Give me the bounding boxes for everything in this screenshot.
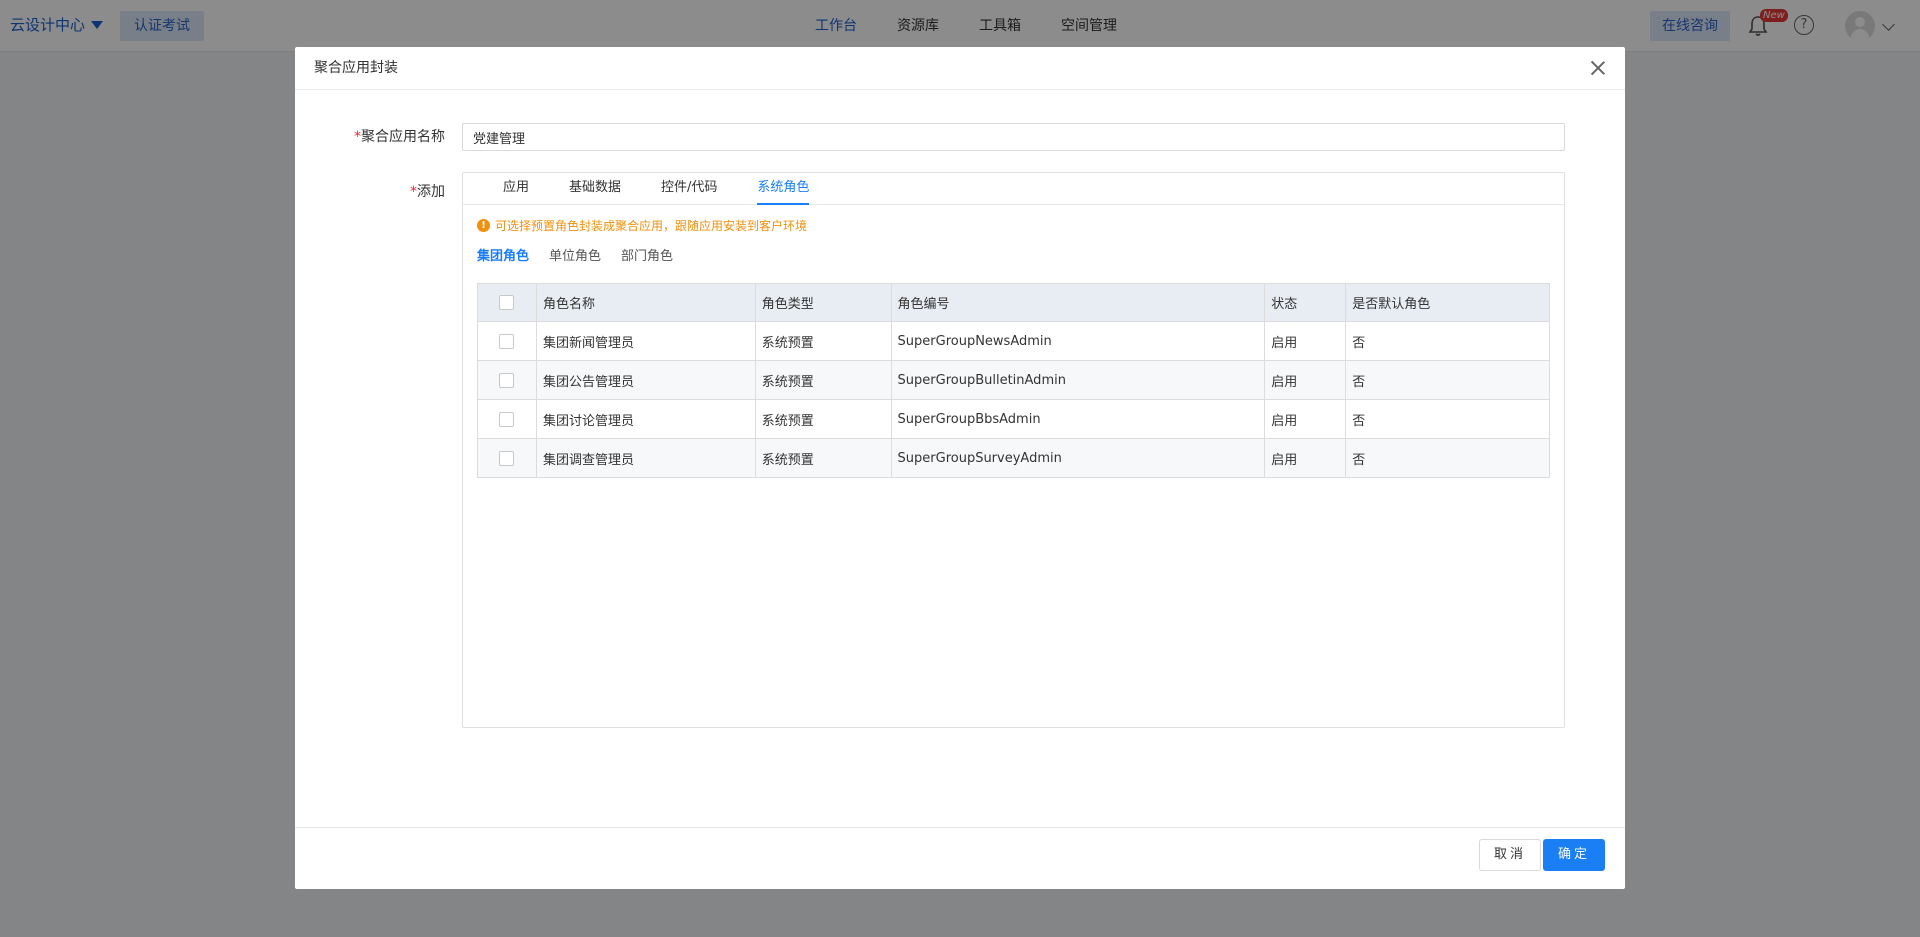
required-mark: * xyxy=(410,184,417,200)
add-panel: 应用 基础数据 控件/代码 系统角色 ! 可选择预置角色封装成聚合应用，跟随应用… xyxy=(462,172,1565,728)
table-row[interactable]: 集团公告管理员 系统预置 SuperGroupBulletinAdmin 启用 … xyxy=(477,360,1550,400)
tab-basic-data[interactable]: 基础数据 xyxy=(569,173,621,205)
cell-role-name: 集团新闻管理员 xyxy=(535,321,756,361)
header-role-code: 角色编号 xyxy=(890,283,1266,322)
add-tabs: 应用 基础数据 控件/代码 系统角色 xyxy=(463,173,1564,205)
dialog-header: 聚合应用封装 xyxy=(295,47,1625,90)
row-checkbox[interactable] xyxy=(499,450,515,466)
cell-status: 启用 xyxy=(1264,360,1347,400)
cell-is-default: 否 xyxy=(1345,360,1550,400)
roles-table: 角色名称 角色类型 角色编号 状态 是否默认角色 集团新闻管理员 系统预置 Su… xyxy=(477,283,1550,478)
dialog-footer: 取消 确定 xyxy=(295,827,1625,889)
subtab-unit-roles[interactable]: 单位角色 xyxy=(549,245,601,264)
close-icon[interactable] xyxy=(1589,59,1607,77)
table-row[interactable]: 集团讨论管理员 系统预置 SuperGroupBbsAdmin 启用 否 xyxy=(477,399,1550,439)
header-role-type: 角色类型 xyxy=(754,283,892,322)
cell-status: 启用 xyxy=(1264,399,1347,439)
confirm-button[interactable]: 确定 xyxy=(1542,839,1605,871)
tab-app[interactable]: 应用 xyxy=(503,173,529,205)
warning-icon: ! xyxy=(477,219,490,232)
tab-system-roles[interactable]: 系统角色 xyxy=(757,173,810,205)
cell-role-code: SuperGroupBulletinAdmin xyxy=(890,360,1266,400)
cell-role-type: 系统预置 xyxy=(754,399,892,439)
row-checkbox[interactable] xyxy=(499,411,515,427)
cell-role-code: SuperGroupNewsAdmin xyxy=(890,321,1266,361)
notice: ! 可选择预置角色封装成聚合应用，跟随应用安装到客户环境 xyxy=(477,217,807,234)
subtab-department-roles[interactable]: 部门角色 xyxy=(621,245,673,264)
cell-role-name: 集团公告管理员 xyxy=(535,360,756,400)
header-role-name: 角色名称 xyxy=(535,283,756,322)
add-label: *添加 xyxy=(410,184,445,200)
row-checkbox[interactable] xyxy=(499,333,515,349)
cell-is-default: 否 xyxy=(1345,399,1550,439)
cancel-button[interactable]: 取消 xyxy=(1478,839,1541,871)
cell-is-default: 否 xyxy=(1345,438,1550,478)
required-mark: * xyxy=(354,129,361,145)
subtab-group-roles[interactable]: 集团角色 xyxy=(477,245,529,264)
header-status: 状态 xyxy=(1264,283,1347,322)
tab-widget-code[interactable]: 控件/代码 xyxy=(661,173,717,205)
cell-role-code: SuperGroupBbsAdmin xyxy=(890,399,1266,439)
name-label: *聚合应用名称 xyxy=(354,129,445,145)
app-name-input[interactable] xyxy=(462,123,1565,151)
table-row[interactable]: 集团调查管理员 系统预置 SuperGroupSurveyAdmin 启用 否 xyxy=(477,438,1550,478)
role-subtabs: 集团角色 单位角色 部门角色 xyxy=(477,245,673,264)
cell-role-code: SuperGroupSurveyAdmin xyxy=(890,438,1266,478)
cell-status: 启用 xyxy=(1264,438,1347,478)
aggregate-app-dialog: 聚合应用封装 *聚合应用名称 *添加 应用 基础数据 控件/代码 系统角色 ! … xyxy=(295,47,1625,889)
table-row[interactable]: 集团新闻管理员 系统预置 SuperGroupNewsAdmin 启用 否 xyxy=(477,321,1550,361)
header-is-default: 是否默认角色 xyxy=(1345,283,1550,322)
cell-role-name: 集团调查管理员 xyxy=(535,438,756,478)
cell-status: 启用 xyxy=(1264,321,1347,361)
dialog-title: 聚合应用封装 xyxy=(314,60,398,76)
notice-text: 可选择预置角色封装成聚合应用，跟随应用安装到客户环境 xyxy=(495,219,808,233)
cell-role-name: 集团讨论管理员 xyxy=(535,399,756,439)
cell-role-type: 系统预置 xyxy=(754,360,892,400)
cell-role-type: 系统预置 xyxy=(754,438,892,478)
cell-is-default: 否 xyxy=(1345,321,1550,361)
row-checkbox[interactable] xyxy=(499,372,515,388)
cell-role-type: 系统预置 xyxy=(754,321,892,361)
table-header-row: 角色名称 角色类型 角色编号 状态 是否默认角色 xyxy=(477,283,1550,322)
select-all-checkbox[interactable] xyxy=(499,295,515,310)
